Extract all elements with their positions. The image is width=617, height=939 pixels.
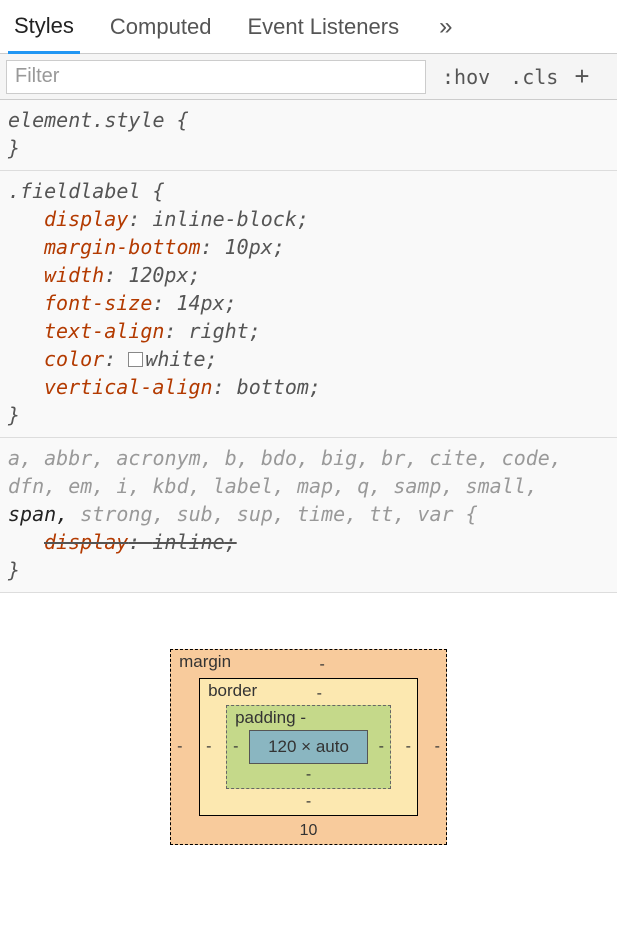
margin-top[interactable]: - [320, 656, 325, 674]
declaration[interactable]: vertical-align: bottom; [44, 373, 609, 401]
selector-element-style[interactable]: element.style { [8, 108, 189, 132]
border-right[interactable]: - [406, 738, 411, 756]
rule-close: } [8, 136, 20, 160]
tab-overflow-icon[interactable]: » [429, 7, 462, 47]
box-model-margin[interactable]: margin - - 10 - border - - - - padding -… [170, 649, 447, 845]
style-rules-list: element.style { } .fieldlabel { display:… [0, 100, 617, 593]
box-model-border[interactable]: border - - - - padding - - - - 120 × aut… [199, 678, 418, 816]
property-value[interactable]: bottom [237, 375, 309, 399]
declaration[interactable]: margin-bottom: 10px; [44, 233, 609, 261]
rule-user-agent[interactable]: a, abbr, acronym, b, bdo, big, br, cite,… [0, 438, 617, 593]
property-value[interactable]: 10px [225, 235, 273, 259]
padding-right[interactable]: - [379, 738, 384, 756]
padding-bottom[interactable]: - [306, 766, 311, 784]
decl-ua-display[interactable]: display: inline; [44, 530, 237, 554]
declaration[interactable]: width: 120px; [44, 261, 609, 289]
selector-fieldlabel[interactable]: .fieldlabel { [8, 179, 165, 203]
property-name[interactable]: text-align [44, 319, 164, 343]
tab-styles[interactable]: Styles [8, 1, 80, 54]
toggle-hov[interactable]: :hov [432, 65, 500, 89]
box-model-diagram: margin - - 10 - border - - - - padding -… [0, 593, 617, 875]
margin-right[interactable]: - [435, 738, 440, 756]
property-name[interactable]: color [44, 347, 104, 371]
rule-fieldlabel[interactable]: .fieldlabel { display: inline-block;marg… [0, 171, 617, 438]
property-name[interactable]: font-size [44, 291, 152, 315]
border-bottom[interactable]: - [306, 793, 311, 811]
property-value[interactable]: white [145, 347, 205, 371]
selector-ua[interactable]: a, abbr, acronym, b, bdo, big, br, cite,… [8, 446, 562, 526]
box-model-content[interactable]: 120 × auto [249, 730, 368, 764]
border-top[interactable]: - [317, 685, 322, 703]
margin-label: margin [179, 652, 231, 672]
tab-computed[interactable]: Computed [104, 2, 218, 52]
margin-bottom[interactable]: 10 [300, 822, 318, 840]
rule-close: } [8, 558, 20, 582]
margin-left[interactable]: - [177, 738, 182, 756]
property-value[interactable]: 14px [176, 291, 224, 315]
rule-close: } [8, 403, 20, 427]
border-left[interactable]: - [206, 738, 211, 756]
property-value[interactable]: inline-block [152, 207, 297, 231]
property-name[interactable]: vertical-align [44, 375, 213, 399]
property-value[interactable]: right [189, 319, 249, 343]
border-label: border [208, 681, 257, 701]
tab-event-listeners[interactable]: Event Listeners [241, 2, 405, 52]
declaration[interactable]: font-size: 14px; [44, 289, 609, 317]
property-name[interactable]: width [44, 263, 104, 287]
styles-tab-bar: Styles Computed Event Listeners » [0, 0, 617, 54]
box-model-padding[interactable]: padding - - - - 120 × auto [226, 705, 391, 789]
padding-label: padding - [235, 708, 306, 728]
new-style-rule-icon[interactable]: + [568, 61, 595, 92]
property-name[interactable]: display [44, 207, 128, 231]
declaration[interactable]: display: inline-block; [44, 205, 609, 233]
property-value[interactable]: 120px [128, 263, 188, 287]
color-swatch-icon[interactable] [128, 352, 143, 367]
filter-input[interactable] [6, 60, 426, 94]
rule-element-style[interactable]: element.style { } [0, 100, 617, 171]
filter-row: :hov .cls + [0, 54, 617, 100]
padding-left[interactable]: - [233, 738, 238, 756]
toggle-cls[interactable]: .cls [500, 65, 568, 89]
declaration[interactable]: color: white; [44, 345, 609, 373]
declaration[interactable]: text-align: right; [44, 317, 609, 345]
property-name[interactable]: margin-bottom [44, 235, 201, 259]
